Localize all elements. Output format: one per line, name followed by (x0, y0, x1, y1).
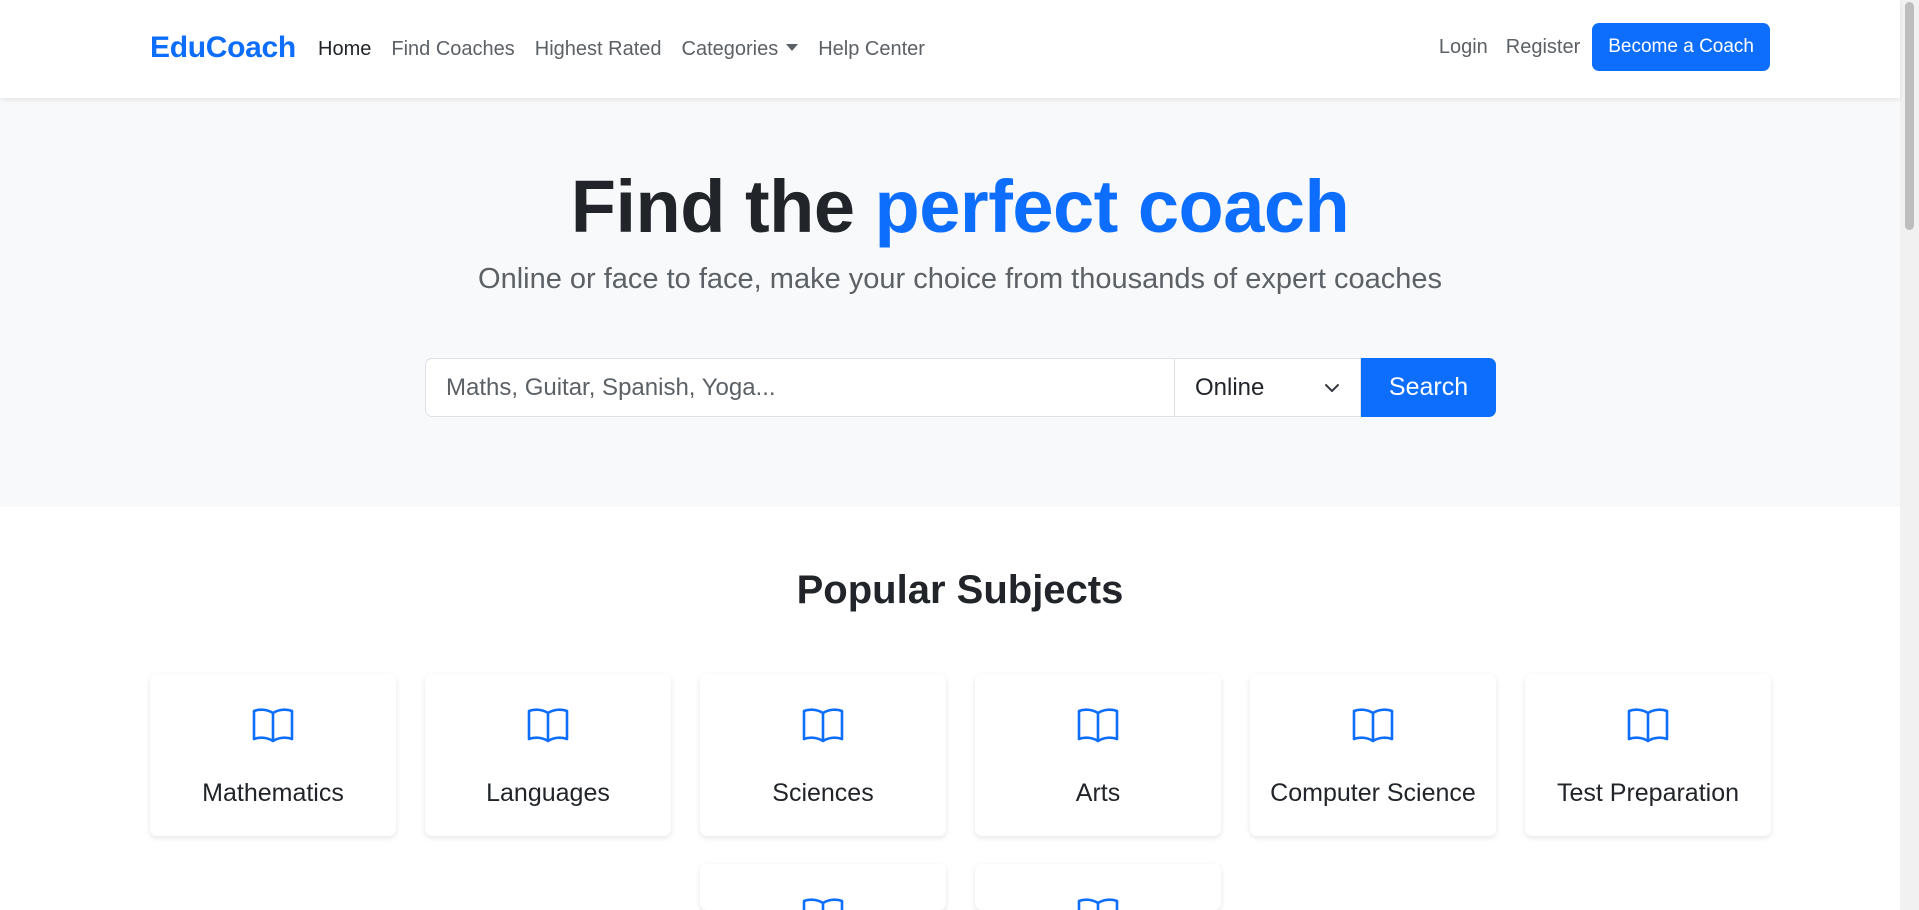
subject-card-languages[interactable]: Languages (425, 674, 671, 836)
mode-select[interactable]: Online (1174, 358, 1361, 417)
subject-card-test-preparation[interactable]: Test Preparation (1525, 674, 1771, 836)
subject-label: Computer Science (1270, 779, 1476, 807)
main-nav: Home Find Coaches Highest Rated Categori… (318, 38, 925, 61)
nav-link-help-center[interactable]: Help Center (818, 38, 925, 61)
mode-select-value: Online (1195, 373, 1265, 401)
nav-link-home[interactable]: Home (318, 38, 371, 61)
categories-label: Categories (681, 38, 779, 60)
book-icon (802, 708, 844, 743)
subject-card-sciences[interactable]: Sciences (700, 674, 946, 836)
login-link[interactable]: Login (1439, 36, 1488, 59)
book-icon (1077, 898, 1119, 910)
subject-card-arts[interactable]: Arts (975, 674, 1221, 836)
account-nav: Login Register Become a Coach (1439, 23, 1770, 71)
subject-label: Sciences (772, 779, 874, 807)
search-input[interactable] (425, 358, 1174, 417)
subject-card-computer-science[interactable]: Computer Science (1250, 674, 1496, 836)
hero-title: Find the perfect coach (0, 164, 1919, 249)
book-icon (1627, 708, 1669, 743)
nav-link-categories[interactable]: Categories (682, 38, 799, 61)
book-icon (252, 708, 294, 743)
popular-subjects-title: Popular Subjects (796, 568, 1124, 612)
hero-section: Find the perfect coach Online or face to… (0, 98, 1900, 507)
page-scrollbar[interactable] (1900, 0, 1919, 910)
subject-label: Languages (486, 779, 610, 807)
subject-label: Arts (1075, 779, 1121, 807)
search-button[interactable]: Search (1361, 358, 1496, 417)
search-form: Online Search (425, 358, 1496, 417)
book-icon (527, 708, 569, 743)
subject-card-row2-1[interactable] (700, 864, 946, 910)
nav-link-highest-rated[interactable]: Highest Rated (535, 38, 662, 61)
subject-card-row2-2[interactable] (975, 864, 1221, 910)
hero-subtitle: Online or face to face, make your choice… (478, 263, 1442, 295)
chevron-down-icon (1325, 383, 1339, 392)
caret-down-icon (786, 44, 799, 52)
book-icon (1352, 708, 1394, 743)
register-link[interactable]: Register (1506, 36, 1580, 59)
nav-link-find-coaches[interactable]: Find Coaches (391, 38, 514, 61)
subject-card-mathematics[interactable]: Mathematics (150, 674, 396, 836)
scrollbar-thumb[interactable] (1905, 2, 1914, 230)
subject-label: Test Preparation (1556, 779, 1740, 807)
become-coach-button[interactable]: Become a Coach (1592, 23, 1770, 71)
top-navbar: EduCoach Home Find Coaches Highest Rated… (0, 0, 1900, 98)
hero-title-main: Find the (570, 165, 875, 248)
subject-label: Mathematics (202, 779, 344, 807)
hero-title-accent: perfect coach (874, 165, 1350, 248)
book-icon (1077, 708, 1119, 743)
book-icon (802, 898, 844, 910)
brand-logo[interactable]: EduCoach (150, 31, 296, 65)
